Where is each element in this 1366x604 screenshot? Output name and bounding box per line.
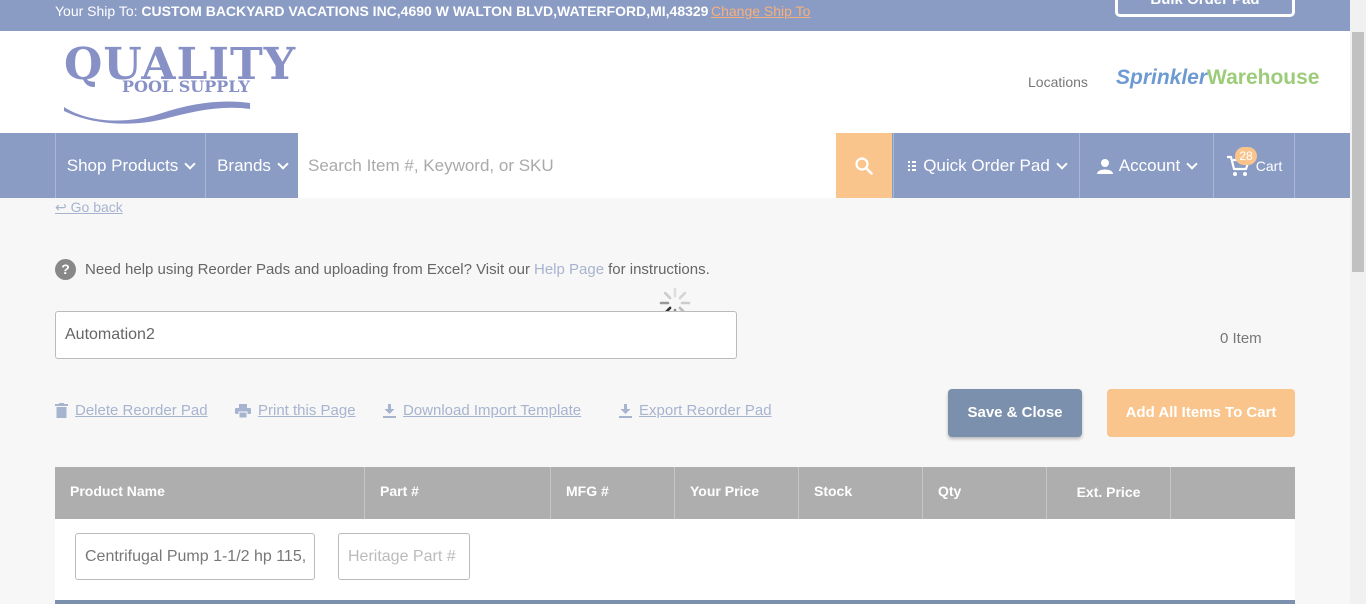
cart-count-badge: 28 bbox=[1235, 147, 1257, 165]
col-product-name: Product Name bbox=[55, 467, 365, 519]
col-stock: Stock bbox=[799, 467, 923, 519]
chevron-down-icon bbox=[1056, 157, 1068, 170]
help-notice: ? Need help using Reorder Pads and uploa… bbox=[55, 259, 710, 280]
col-mfg-number: MFG # bbox=[551, 467, 675, 519]
help-question-icon: ? bbox=[55, 259, 76, 280]
download-template-label: Download Import Template bbox=[403, 402, 582, 419]
chevron-down-icon bbox=[1186, 157, 1198, 170]
help-text-prefix: Need help using Reorder Pads and uploadi… bbox=[85, 261, 530, 278]
account-label: Account bbox=[1118, 155, 1181, 175]
col-qty: Qty bbox=[923, 467, 1047, 519]
quick-order-pad-menu[interactable]: Quick Order Pad bbox=[893, 133, 1079, 198]
reorder-pad-name-input[interactable] bbox=[55, 311, 737, 359]
order-pad-icon bbox=[908, 160, 917, 171]
delete-reorder-pad-link[interactable]: Delete Reorder Pad bbox=[55, 402, 208, 419]
site-header: QUALITY POOL SUPPLY Locations SprinklerW… bbox=[0, 31, 1350, 133]
change-ship-to-link[interactable]: Change Ship To bbox=[711, 3, 810, 19]
bulk-order-pad-button[interactable]: Bulk Order Pad bbox=[1115, 0, 1295, 17]
help-page-link[interactable]: Help Page bbox=[534, 261, 604, 278]
partner-logo-part-b: Warehouse bbox=[1207, 66, 1320, 89]
print-page-link[interactable]: Print this Page bbox=[235, 402, 356, 419]
go-back-label: Go back bbox=[70, 199, 123, 215]
download-template-link[interactable]: Download Import Template bbox=[383, 402, 581, 419]
cart-label: Cart bbox=[1255, 157, 1283, 174]
cart-link[interactable]: Cart bbox=[1213, 133, 1295, 198]
ship-to-address: CUSTOM BACKYARD VACATIONS INC,4690 W WAL… bbox=[141, 3, 709, 19]
chevron-down-icon bbox=[277, 157, 289, 170]
delete-reorder-pad-label: Delete Reorder Pad bbox=[75, 402, 208, 419]
ship-to-bar: Your Ship To: CUSTOM BACKYARD VACATIONS … bbox=[0, 0, 1350, 31]
shop-products-label: Shop Products bbox=[66, 155, 179, 175]
sprinkler-warehouse-logo[interactable]: SprinklerWarehouse bbox=[1116, 66, 1319, 90]
col-part-number: Part # bbox=[365, 467, 551, 519]
print-page-label: Print this Page bbox=[258, 402, 356, 419]
logo-wave-icon bbox=[64, 101, 250, 124]
user-icon bbox=[1096, 158, 1113, 174]
quick-order-pad-label: Quick Order Pad bbox=[923, 155, 1050, 175]
ship-to-text: Your Ship To: CUSTOM BACKYARD VACATIONS … bbox=[55, 3, 708, 19]
brands-label: Brands bbox=[217, 155, 271, 175]
page-scrollbar[interactable] bbox=[1350, 0, 1366, 604]
main-nav: Shop Products Brands Quick Order Pad Acc… bbox=[0, 133, 1350, 198]
help-text-suffix: for instructions. bbox=[608, 261, 710, 278]
locations-link[interactable]: Locations bbox=[1028, 74, 1088, 90]
scrollbar-thumb[interactable] bbox=[1352, 32, 1364, 272]
download-icon bbox=[383, 403, 396, 418]
add-all-to-cart-button[interactable]: Add All Items To Cart bbox=[1107, 389, 1295, 437]
search-input[interactable] bbox=[298, 133, 836, 198]
table-bottom-divider bbox=[55, 600, 1295, 604]
quality-pool-supply-logo[interactable]: QUALITY POOL SUPPLY bbox=[62, 39, 295, 127]
export-reorder-pad-link[interactable]: Export Reorder Pad bbox=[619, 402, 772, 419]
col-your-price: Your Price bbox=[675, 467, 799, 519]
item-count: 0 Item bbox=[1220, 330, 1262, 347]
shop-products-menu[interactable]: Shop Products bbox=[55, 133, 205, 198]
part-number-input[interactable] bbox=[338, 533, 470, 580]
product-name-input[interactable] bbox=[75, 533, 315, 580]
trash-icon bbox=[55, 403, 68, 418]
printer-icon bbox=[235, 403, 251, 418]
table-header: Product Name Part # MFG # Your Price Sto… bbox=[55, 467, 1295, 519]
save-close-button[interactable]: Save & Close bbox=[948, 389, 1082, 437]
brands-menu[interactable]: Brands bbox=[205, 133, 298, 198]
search-button[interactable] bbox=[836, 133, 892, 198]
search-icon bbox=[855, 156, 873, 175]
export-icon bbox=[619, 403, 632, 418]
go-back-link[interactable]: ↩ Go back bbox=[55, 199, 123, 216]
chevron-down-icon bbox=[184, 157, 196, 170]
ship-to-prefix: Your Ship To: bbox=[55, 3, 142, 19]
account-menu[interactable]: Account bbox=[1079, 133, 1213, 198]
back-arrow-icon: ↩ bbox=[55, 199, 71, 215]
col-ext-price: Ext. Price bbox=[1047, 467, 1171, 519]
partner-logo-part-a: Sprinkler bbox=[1116, 66, 1208, 89]
export-reorder-pad-label: Export Reorder Pad bbox=[639, 402, 772, 419]
table-row bbox=[55, 519, 1295, 604]
